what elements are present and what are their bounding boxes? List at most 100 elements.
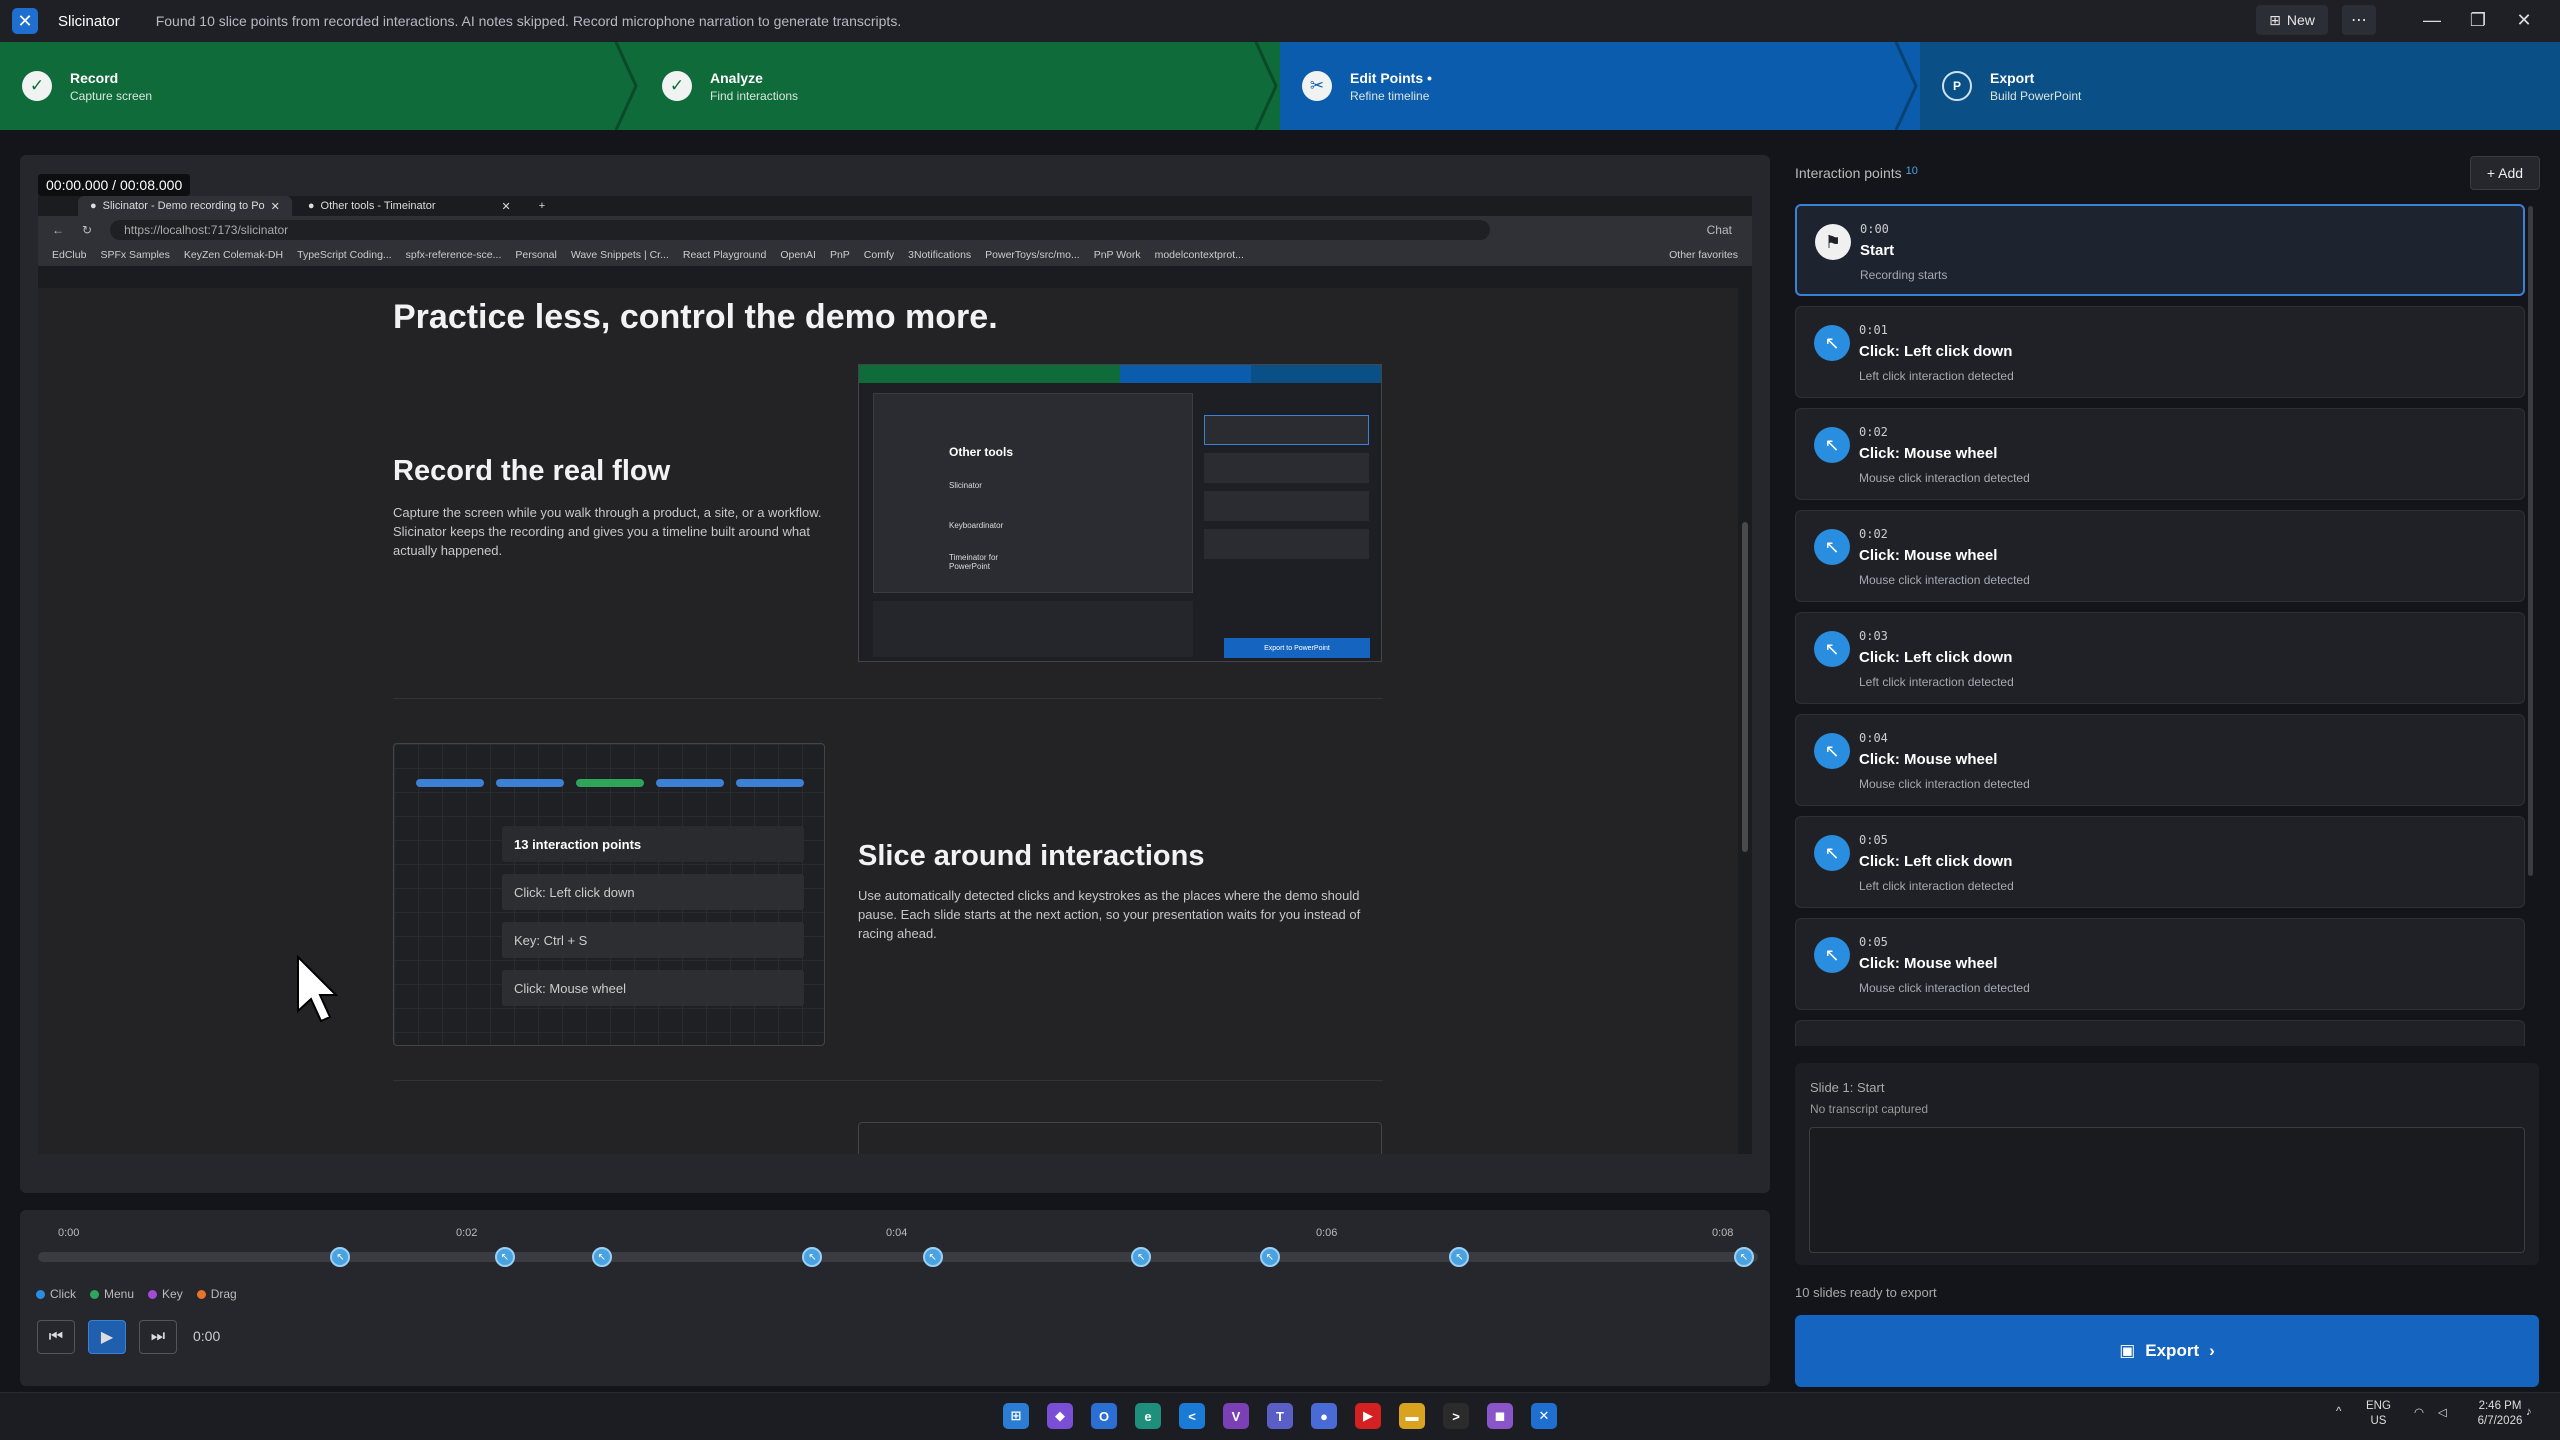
point-item[interactable]: ↖ 0:05 Click: Mouse wheel Mouse click in… xyxy=(1795,918,2525,1010)
visual-studio-icon[interactable]: V xyxy=(1223,1403,1249,1429)
notification-bell-icon[interactable]: ♪ xyxy=(2526,1405,2532,1420)
point-item[interactable]: ⚑ 0:00 Start Recording starts xyxy=(1795,204,2525,296)
app-name: Slicinator xyxy=(58,12,120,30)
timeline-marker[interactable]: ↖ xyxy=(1734,1247,1754,1267)
chat-button[interactable]: Chat xyxy=(1707,223,1732,237)
new-button[interactable]: ⊞ New xyxy=(2256,5,2328,35)
grid-icon: ⊞ xyxy=(2269,11,2281,28)
point-item[interactable]: ↖ 0:04 Click: Mouse wheel Mouse click in… xyxy=(1795,714,2525,806)
point-item[interactable]: ↖ 0:05 Click: Left click down Left click… xyxy=(1795,816,2525,908)
interaction-points-list: ⚑ 0:00 Start Recording starts ↖ 0:01 Cli… xyxy=(1795,204,2525,1046)
timeline-track[interactable] xyxy=(38,1252,1758,1262)
timeline-marker[interactable]: ↖ xyxy=(494,1247,515,1267)
section-text-record: Capture the screen while you walk throug… xyxy=(393,505,822,558)
app-screenshot-image: Other tools Slicinator Keyboardinator Ti… xyxy=(858,364,1382,662)
vscode-icon[interactable]: < xyxy=(1179,1403,1205,1429)
browser-tabs: ● Slicinator - Demo recording to Po ✕ ● Oth… xyxy=(38,196,1752,216)
favorites-bar: EdClub SPFx Samples KeyZen Colemak-DH Ty… xyxy=(38,244,1752,266)
recorded-browser-frame: ● Slicinator - Demo recording to Po ✕ ● Oth… xyxy=(38,196,1752,1154)
interaction-points-header: Interaction points 10 xyxy=(1795,165,1918,181)
chat-app-icon[interactable]: ● xyxy=(1311,1403,1337,1429)
slicinator-taskbar-icon[interactable]: ✕ xyxy=(1531,1403,1557,1429)
add-point-button[interactable]: + Add xyxy=(2470,156,2540,190)
point-item[interactable]: ↖ 0:02 Click: Mouse wheel Mouse click in… xyxy=(1795,408,2525,500)
point-item[interactable]: ↖ 0:01 Click: Left click down Left click… xyxy=(1795,306,2525,398)
timeline-marker[interactable]: ↖ xyxy=(1259,1247,1280,1267)
title-bar: ✕ Slicinator Found 10 slice points from … xyxy=(0,0,2560,42)
page-headline: Practice less, control the demo more. xyxy=(393,298,998,336)
powerpoint-icon: ▣ xyxy=(2119,1341,2136,1360)
click-icon: ↖ xyxy=(1814,325,1850,361)
chevron-right-icon: › xyxy=(2209,1341,2215,1360)
points-scrollbar[interactable] xyxy=(2528,206,2533,876)
transcript-status: No transcript captured xyxy=(1810,1102,1929,1116)
legend-drag: Drag xyxy=(196,1287,237,1301)
skip-forward-button[interactable]: ⏭ xyxy=(139,1320,177,1354)
tick-label: 0:08 xyxy=(1712,1227,1734,1239)
tick-label: 0:00 xyxy=(58,1227,80,1239)
tick-label: 0:02 xyxy=(456,1227,478,1239)
terminal-icon[interactable]: > xyxy=(1443,1403,1469,1429)
slide-title: Slide 1: Start xyxy=(1810,1080,1885,1095)
flag-icon: ⚑ xyxy=(1815,224,1851,260)
chevron-up-icon[interactable]: ^ xyxy=(2336,1405,2341,1420)
legend-menu: Menu xyxy=(90,1287,134,1301)
volume-icon[interactable]: ◁ xyxy=(2438,1406,2447,1421)
slicinator-logo-icon: ✕ xyxy=(12,8,38,34)
globe-icon: ● xyxy=(90,200,97,212)
legend-key: Key xyxy=(148,1287,183,1301)
export-button[interactable]: ▣ Export › xyxy=(1795,1315,2539,1387)
copilot-icon[interactable]: ◆ xyxy=(1047,1403,1073,1429)
export-summary: 10 slides ready to export xyxy=(1795,1285,1937,1300)
timeline-legend: Click Menu Key Drag xyxy=(36,1287,237,1301)
close-icon[interactable]: ✕ xyxy=(2504,4,2544,36)
points-count: 10 xyxy=(1905,165,1918,177)
youtube-icon[interactable]: ▶ xyxy=(1355,1403,1381,1429)
more-button[interactable]: ⋯ xyxy=(2342,5,2376,35)
section-title-record: Record the real flow xyxy=(393,455,671,487)
playback-time: 00:00.000 / 00:08.000 xyxy=(38,174,191,196)
current-time: 0:00 xyxy=(193,1328,221,1344)
section-title-slice: Slice around interactions xyxy=(858,840,1205,872)
refresh-icon[interactable]: ↻ xyxy=(82,223,92,237)
teams-icon[interactable]: T xyxy=(1267,1403,1293,1429)
app-icon[interactable]: ◼ xyxy=(1487,1403,1513,1429)
globe-icon: ● xyxy=(307,200,315,212)
browser-tab[interactable]: ● Slicinator - Demo recording to Po ✕ xyxy=(78,196,292,216)
section-text-slice: Use automatically detected clicks and ke… xyxy=(858,888,1361,941)
start-icon[interactable]: ⊞ xyxy=(1003,1403,1029,1429)
click-icon: ↖ xyxy=(1814,631,1850,667)
transcript-textarea[interactable] xyxy=(1809,1127,2525,1253)
new-tab-icon[interactable]: + xyxy=(527,196,557,216)
page-scrollbar[interactable] xyxy=(1740,288,1750,1154)
click-icon: ↖ xyxy=(1814,529,1850,565)
skip-back-button[interactable]: ⏮ xyxy=(37,1320,75,1354)
language-indicator[interactable]: ENG US xyxy=(2366,1399,2391,1429)
point-item[interactable]: ↖ 0:02 Click: Mouse wheel Mouse click in… xyxy=(1795,510,2525,602)
timeline-marker[interactable]: ↖ xyxy=(591,1247,612,1267)
minimize-icon[interactable]: — xyxy=(2412,4,2452,36)
wifi-icon[interactable]: ◠ xyxy=(2414,1406,2424,1421)
point-item-partial[interactable] xyxy=(1795,1020,2525,1046)
next-illustration xyxy=(858,1122,1382,1154)
address-bar[interactable]: https://localhost:7173/slicinator xyxy=(110,220,1491,240)
back-icon[interactable]: ← xyxy=(52,223,64,237)
browser-toolbar: ← ↻ https://localhost:7173/slicinator Ch… xyxy=(38,216,1752,244)
click-icon: ↖ xyxy=(1814,733,1850,769)
point-item[interactable]: ↖ 0:03 Click: Left click down Left click… xyxy=(1795,612,2525,704)
click-icon: ↖ xyxy=(1814,427,1850,463)
web-page-content: Practice less, control the demo more. Ot… xyxy=(38,288,1738,1154)
restore-icon[interactable]: ❐ xyxy=(2458,4,2498,36)
file-explorer-icon[interactable]: ▬ xyxy=(1399,1403,1425,1429)
divider xyxy=(393,698,1383,699)
step-separators xyxy=(614,42,1918,130)
click-icon: ↖ xyxy=(1814,835,1850,871)
outlook-icon[interactable]: O xyxy=(1091,1403,1117,1429)
tick-label: 0:06 xyxy=(1316,1227,1338,1239)
divider xyxy=(393,1080,1383,1081)
edge-icon[interactable]: e xyxy=(1135,1403,1161,1429)
timeline-marker[interactable]: ↖ xyxy=(922,1247,943,1267)
play-button[interactable]: ▶ xyxy=(88,1320,126,1354)
interaction-card-illustration: 13 interaction points Click: Left click … xyxy=(393,743,825,1046)
browser-tab[interactable]: ● Other tools - Timeinator ✕ xyxy=(296,196,523,216)
